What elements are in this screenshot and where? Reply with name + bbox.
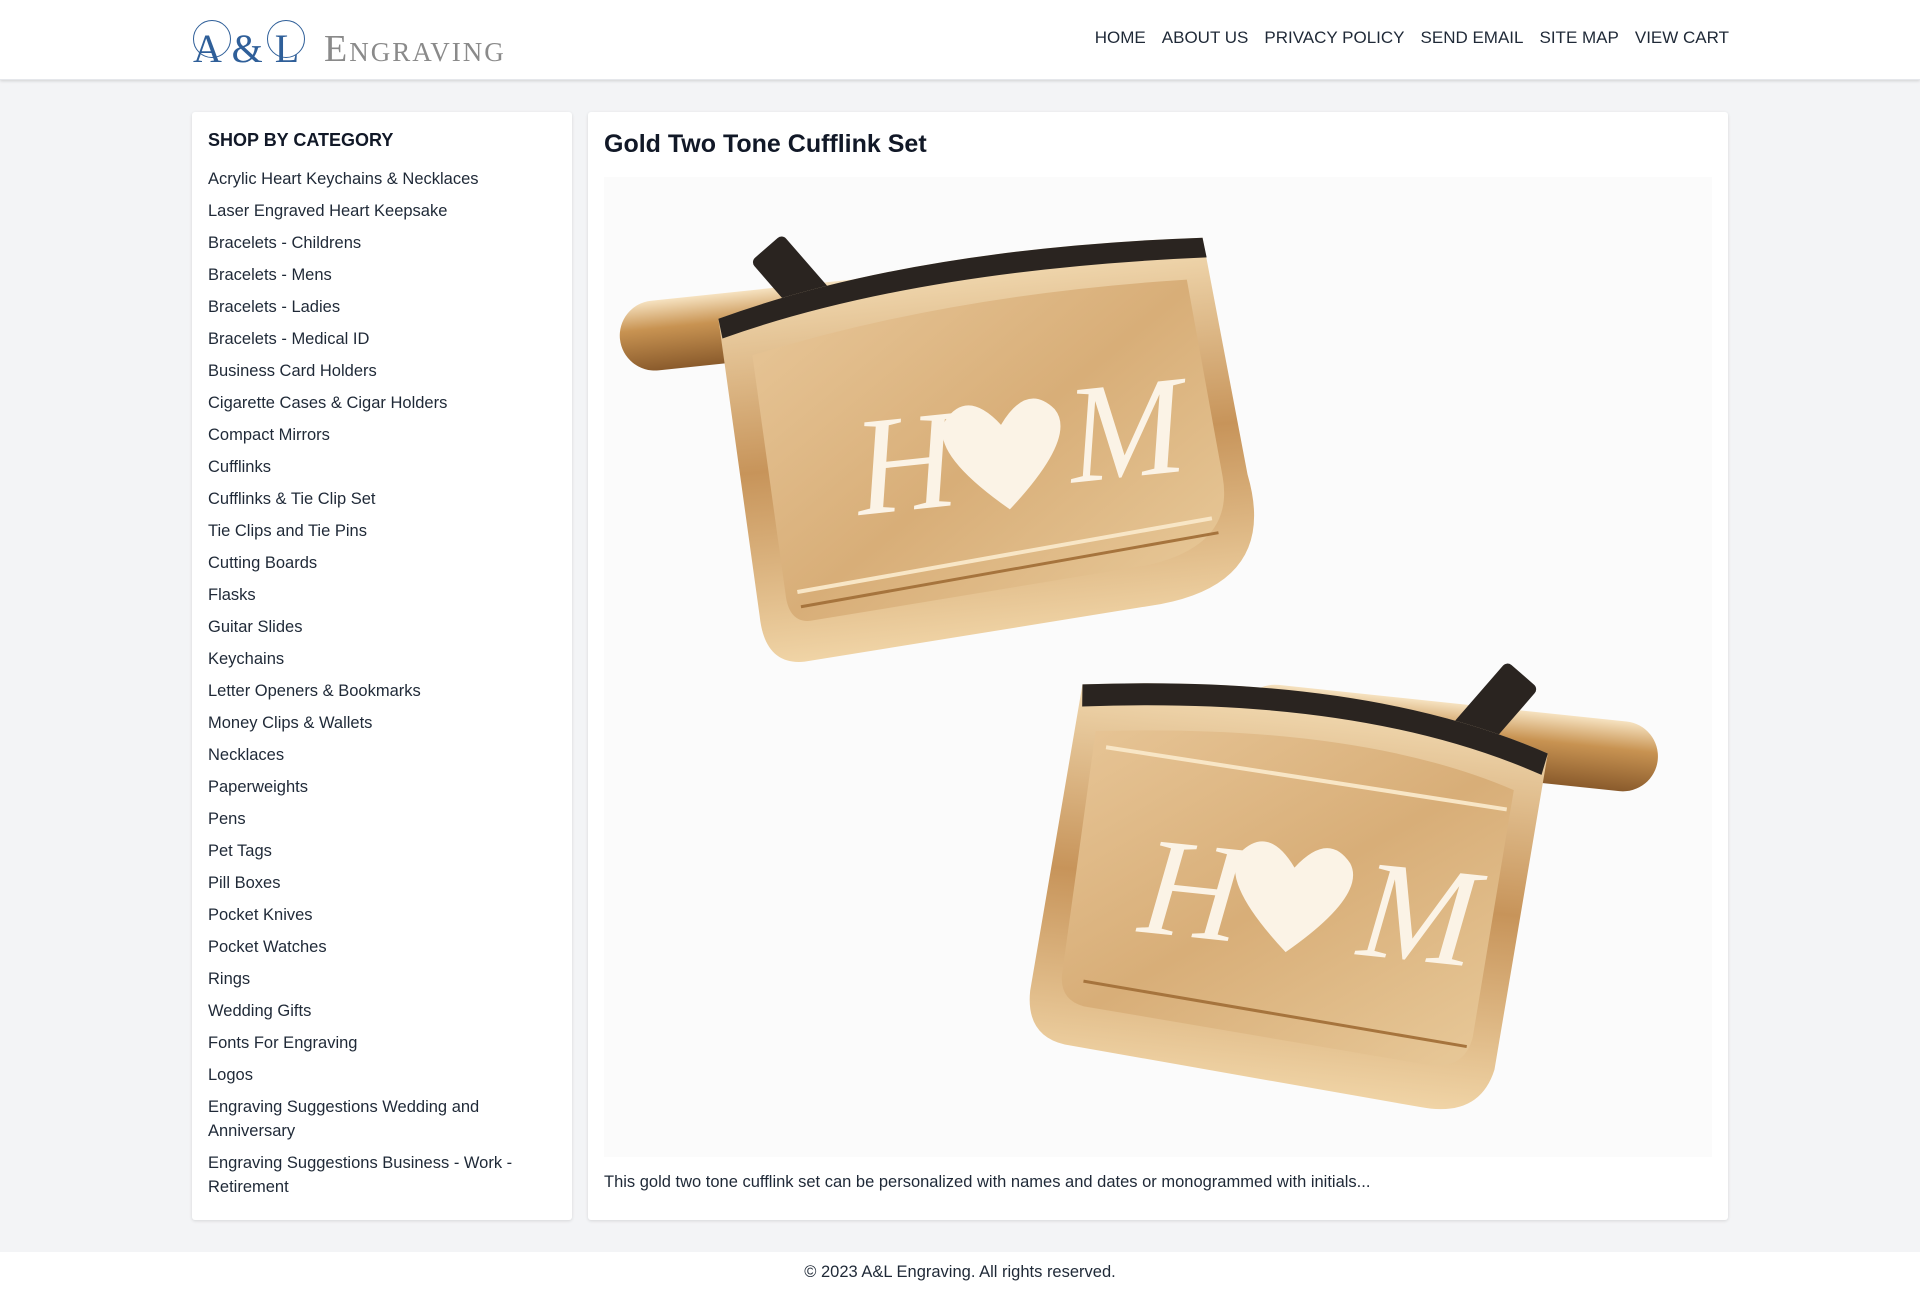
category-link[interactable]: Paperweights — [208, 775, 556, 799]
category-link[interactable]: Letter Openers & Bookmarks — [208, 679, 556, 703]
category-link[interactable]: Pocket Knives — [208, 903, 556, 927]
main-nav: HOME ABOUT US PRIVACY POLICY SEND EMAIL … — [1095, 28, 1729, 48]
category-link[interactable]: Pens — [208, 807, 556, 831]
category-link[interactable]: Bracelets - Medical ID — [208, 327, 556, 351]
nav-site-map[interactable]: SITE MAP — [1540, 28, 1619, 48]
category-link[interactable]: Business Card Holders — [208, 359, 556, 383]
category-link[interactable]: Tie Clips and Tie Pins — [208, 519, 556, 543]
category-sidebar: SHOP BY CATEGORY Acrylic Heart Keychains… — [192, 112, 572, 1220]
category-link[interactable]: Bracelets - Childrens — [208, 231, 556, 255]
category-link[interactable]: Engraving Suggestions Business - Work - … — [208, 1151, 556, 1199]
product-image: H M H M — [604, 177, 1712, 1157]
logo-mark: A & L — [191, 18, 308, 71]
category-link[interactable]: Money Clips & Wallets — [208, 711, 556, 735]
category-link[interactable]: Engraving Suggestions Wedding and Annive… — [208, 1095, 556, 1143]
site-footer: © 2023 A&L Engraving. All rights reserve… — [0, 1252, 1920, 1308]
category-link[interactable]: Cutting Boards — [208, 551, 556, 575]
sidebar-title: SHOP BY CATEGORY — [208, 130, 394, 150]
svg-text:M: M — [1057, 346, 1199, 513]
logo-word: Engraving — [324, 28, 506, 70]
category-link[interactable]: Bracelets - Ladies — [208, 295, 556, 319]
site-logo[interactable]: A & L Engraving — [191, 14, 551, 71]
category-link[interactable]: Logos — [208, 1063, 556, 1087]
category-link[interactable]: Pet Tags — [208, 839, 556, 863]
category-link[interactable]: Keychains — [208, 647, 556, 671]
product-title: Gold Two Tone Cufflink Set — [604, 130, 927, 158]
product-panel: Gold Two Tone Cufflink Set H M H M This … — [588, 112, 1728, 1220]
category-link[interactable]: Wedding Gifts — [208, 999, 556, 1023]
category-link[interactable]: Laser Engraved Heart Keepsake — [208, 199, 556, 223]
category-link[interactable]: Guitar Slides — [208, 615, 556, 639]
category-link[interactable]: Compact Mirrors — [208, 423, 556, 447]
cufflink-bottom: H M — [1029, 663, 1658, 1110]
category-link[interactable]: Bracelets - Mens — [208, 263, 556, 287]
cufflink-top: H M — [619, 236, 1255, 662]
nav-send-email[interactable]: SEND EMAIL — [1421, 28, 1524, 48]
category-link[interactable]: Fonts For Engraving — [208, 1031, 556, 1055]
category-link[interactable]: Pocket Watches — [208, 935, 556, 959]
category-link[interactable]: Cigarette Cases & Cigar Holders — [208, 391, 556, 415]
site-header: A & L Engraving HOME ABOUT US PRIVACY PO… — [0, 0, 1920, 80]
svg-text:M: M — [1351, 831, 1493, 998]
category-link[interactable]: Cufflinks & Tie Clip Set — [208, 487, 556, 511]
product-description: This gold two tone cufflink set can be p… — [604, 1173, 1371, 1191]
nav-about-us[interactable]: ABOUT US — [1162, 28, 1249, 48]
footer-copyright: © 2023 A&L Engraving. All rights reserve… — [804, 1262, 1116, 1281]
nav-home[interactable]: HOME — [1095, 28, 1146, 48]
category-link[interactable]: Necklaces — [208, 743, 556, 767]
category-link[interactable]: Cufflinks — [208, 455, 556, 479]
category-link[interactable]: Flasks — [208, 583, 556, 607]
category-list: Acrylic Heart Keychains & Necklaces Lase… — [208, 167, 556, 1199]
logo-letters: A & L — [193, 26, 301, 71]
category-link[interactable]: Pill Boxes — [208, 871, 556, 895]
cufflinks-illustration: H M H M — [619, 236, 1658, 1110]
category-link[interactable]: Rings — [208, 967, 556, 991]
nav-view-cart[interactable]: VIEW CART — [1635, 28, 1729, 48]
nav-privacy-policy[interactable]: PRIVACY POLICY — [1264, 28, 1404, 48]
category-link[interactable]: Acrylic Heart Keychains & Necklaces — [208, 167, 556, 191]
